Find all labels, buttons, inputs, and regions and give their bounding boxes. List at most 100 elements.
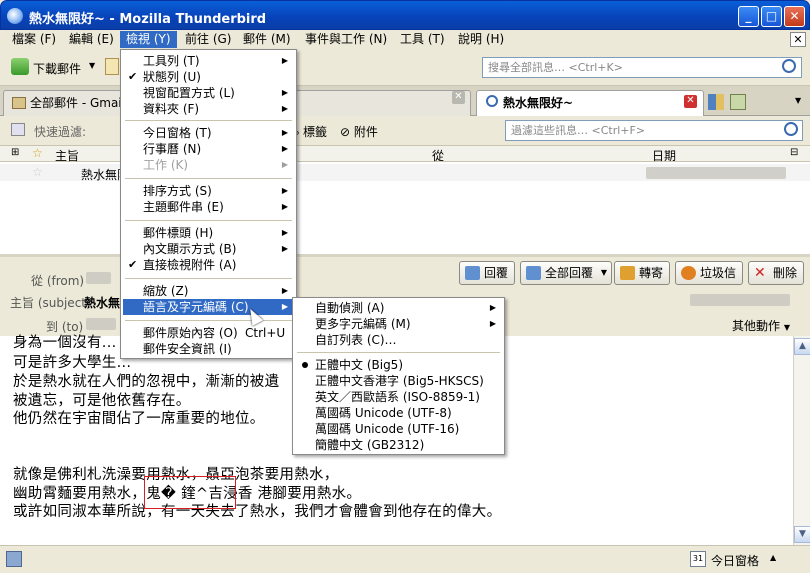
menu-separator [125, 320, 292, 321]
label: 英文／西歐語系 (ISO-8859-1) [315, 390, 480, 404]
quick-filter-label: 快速過濾: [34, 125, 87, 139]
menu-go[interactable]: 前往 (G) [179, 31, 237, 48]
subject-value: 熱水無 [84, 296, 121, 310]
tasks-icon[interactable] [730, 94, 746, 110]
title-bar[interactable]: 熱水無限好~ - Mozilla Thunderbird _ □ ✕ [0, 0, 810, 30]
menu-item-auto-detect[interactable]: 自動偵測 (A) ▶ [295, 300, 502, 316]
menu-item-body-as[interactable]: 內文顯示方式 (B) ▶ [123, 241, 294, 257]
get-mail-button[interactable]: 下載郵件 [33, 60, 81, 77]
close-tab-icon[interactable]: ✕ [790, 32, 806, 47]
menu-view[interactable]: 檢視 (Y) [120, 31, 177, 48]
close-icon[interactable]: ✕ [452, 91, 465, 104]
menu-tools[interactable]: 工具 (T) [394, 31, 451, 48]
search-icon[interactable] [784, 122, 798, 136]
maximize-button[interactable]: □ [761, 6, 782, 27]
tab-message[interactable]: 熱水無限好~ [476, 90, 704, 116]
menu-item-headers[interactable]: 郵件標頭 (H) ▶ [123, 225, 294, 241]
reply-button[interactable]: 回覆 [459, 261, 516, 285]
star-icon[interactable]: ☆ [32, 146, 43, 160]
label: 工作 (K) [143, 158, 189, 172]
label: 語言及字元編碼 (C) [143, 300, 249, 314]
menu-events-tasks[interactable]: 事件與工作 (N) [299, 31, 393, 48]
search-icon[interactable] [782, 59, 796, 73]
menu-item-more-encodings[interactable]: 更多字元編碼 (M) ▶ [295, 316, 502, 332]
to-value [86, 318, 116, 330]
menu-item-attachments-inline[interactable]: ✔ 直接檢視附件 (A) [123, 257, 294, 273]
scroll-up-icon[interactable]: ▲ [794, 338, 810, 355]
from-value [86, 272, 111, 284]
menu-message[interactable]: 郵件 (M) [237, 31, 297, 48]
label: 視窗配置方式 (L) [143, 86, 235, 100]
paperclip-icon: ⊘ [340, 125, 354, 139]
menu-item-character-encoding[interactable]: 語言及字元編碼 (C) ▶ [123, 299, 294, 315]
label: 萬國碼 Unicode (UTF-8) [315, 406, 452, 420]
menu-item-security-info[interactable]: 郵件安全資訊 (I) [123, 341, 294, 357]
menu-item-statusbar[interactable]: ✔ 狀態列 (U) [123, 69, 294, 85]
scroll-down-icon[interactable]: ▼ [794, 526, 810, 543]
label: 郵件安全資訊 (I) [143, 342, 232, 356]
chevron-down-icon[interactable]: ▼ [795, 96, 801, 105]
junk-label: 垃圾信 [700, 266, 737, 280]
thunderbird-icon [7, 8, 23, 24]
subject-label: 主旨 (subject) [10, 296, 91, 310]
arrow-right-icon: ▶ [281, 302, 288, 311]
menu-item-sort-by[interactable]: 排序方式 (S) ▶ [123, 183, 294, 199]
arrow-right-icon: ▶ [281, 286, 288, 295]
star-icon[interactable]: ☆ [32, 165, 43, 179]
menu-item-threads[interactable]: 主題郵件串 (E) ▶ [123, 199, 294, 215]
download-icon [11, 58, 29, 75]
tags-label: 標籤 [303, 125, 328, 139]
chevron-down-icon[interactable]: ▼ [601, 262, 607, 284]
forward-button[interactable]: 轉寄 [614, 261, 671, 285]
window-title: 熱水無限好~ - Mozilla Thunderbird [29, 12, 267, 27]
menu-item-layout[interactable]: 視窗配置方式 (L) ▶ [123, 85, 294, 101]
chevron-down-icon[interactable]: ▼ [89, 61, 95, 70]
vertical-scrollbar[interactable]: ▲ ▼ [793, 336, 810, 545]
label: 工具列 (T) [143, 54, 200, 68]
minimize-button[interactable]: _ [738, 6, 759, 27]
chevron-up-icon[interactable]: ▲ [770, 553, 776, 562]
check-icon: ✔ [128, 70, 138, 83]
menu-item-zoom[interactable]: 縮放 (Z) ▶ [123, 283, 294, 299]
menu-item-gb2312[interactable]: 簡體中文 (GB2312) [295, 437, 502, 453]
filter-search-input[interactable]: 過濾這些訊息… <Ctrl+F> [505, 120, 803, 141]
view-menu: 工具列 (T) ▶ ✔ 狀態列 (U) 視窗配置方式 (L) ▶ 資料夾 (F) ▶ 今… [120, 49, 297, 359]
highlight-box [144, 476, 236, 509]
menu-item-iso-8859-1[interactable]: 英文／西歐語系 (ISO-8859-1) [295, 389, 502, 405]
menu-item-utf-16[interactable]: 萬國碼 Unicode (UTF-16) [295, 421, 502, 437]
menu-item-big5-hkscs[interactable]: 正體中文香港字 (Big5-HKSCS) [295, 373, 502, 389]
shortcut: Ctrl+U [245, 326, 286, 340]
thread-icon[interactable]: ⊞ [11, 147, 19, 158]
compose-icon[interactable] [105, 58, 119, 75]
close-button[interactable]: ✕ [784, 6, 805, 27]
menu-item-customize-list[interactable]: 自訂列表 (C)… [295, 332, 502, 348]
label: 自訂列表 (C)… [315, 333, 397, 347]
reply-all-button[interactable]: 全部回覆 ▼ [520, 261, 613, 285]
menu-help[interactable]: 說明 (H) [452, 31, 510, 48]
menu-separator [297, 352, 500, 353]
menu-item-toolbars[interactable]: 工具列 (T) ▶ [123, 53, 294, 69]
label: 直接檢視附件 (A) [143, 258, 237, 272]
tab-label: 熱水無限好~ [503, 96, 574, 110]
other-actions-button[interactable]: 其他動作 ▼ [732, 317, 790, 334]
layout-icon[interactable] [708, 94, 724, 110]
attachment-filter-button[interactable]: ⊘ 附件 [340, 123, 378, 140]
menu-edit[interactable]: 編輯 (E) [63, 31, 120, 48]
arrow-right-icon: ▶ [489, 319, 496, 328]
column-picker-icon[interactable]: ⊟ [790, 147, 798, 158]
label: 狀態列 (U) [143, 70, 201, 84]
junk-button[interactable]: 垃圾信 [675, 261, 744, 285]
menu-item-calendar[interactable]: 行事曆 (N) ▶ [123, 141, 294, 157]
menu-item-big5[interactable]: 正體中文 (Big5) [295, 357, 502, 373]
menu-item-message-source[interactable]: 郵件原始內容 (O) Ctrl+U [123, 325, 294, 341]
menu-item-folders[interactable]: 資料夾 (F) ▶ [123, 101, 294, 117]
menu-item-utf-8[interactable]: 萬國碼 Unicode (UTF-8) [295, 405, 502, 421]
global-search-input[interactable]: 搜尋全部訊息… <Ctrl+K> [482, 57, 802, 78]
filter-icon [11, 123, 25, 136]
menu-item-today-pane[interactable]: 今日窗格 (T) ▶ [123, 125, 294, 141]
today-pane-button[interactable]: 今日窗格 [711, 552, 759, 569]
delete-button[interactable]: ✕ 刪除 [748, 261, 805, 285]
close-icon[interactable]: ✕ [684, 95, 697, 108]
menu-file[interactable]: 檔案 (F) [6, 31, 62, 48]
status-bar: 31 今日窗格 ▲ [0, 545, 810, 573]
